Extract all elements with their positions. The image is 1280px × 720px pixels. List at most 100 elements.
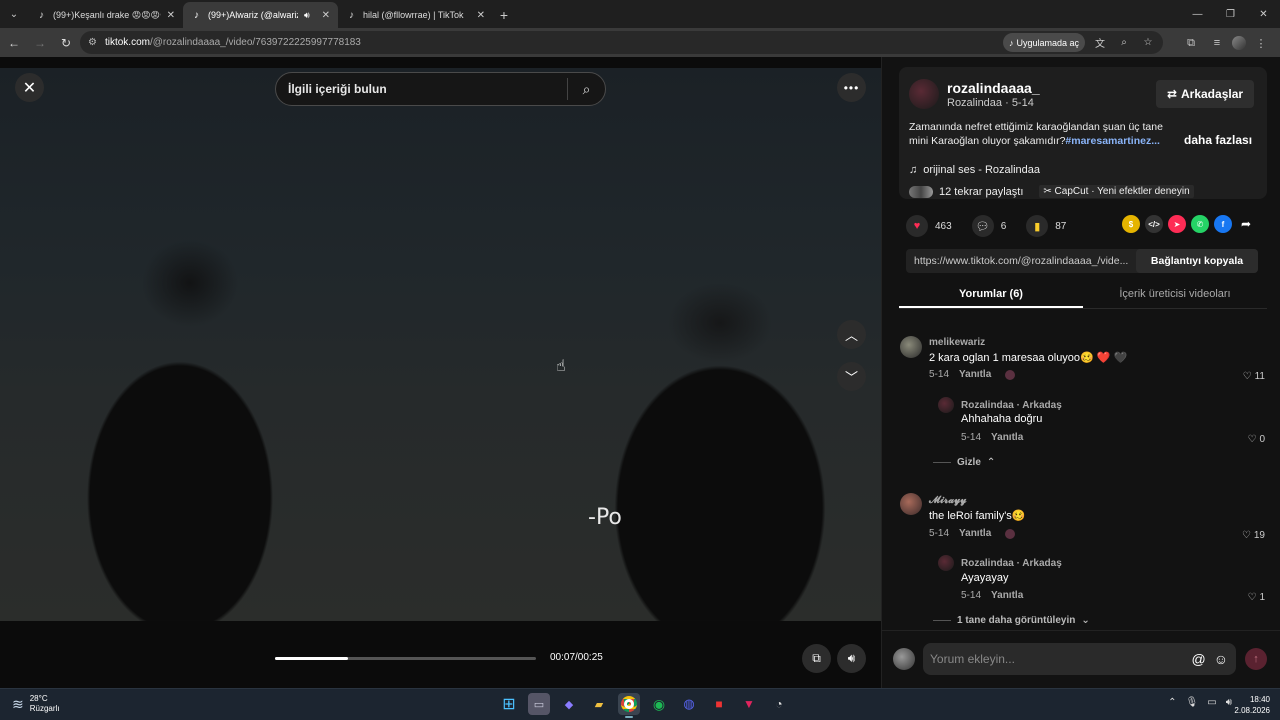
tab-creator-videos[interactable]: İçerik üreticisi videoları bbox=[1083, 285, 1267, 308]
minimize-icon[interactable]: — bbox=[1181, 0, 1214, 28]
chevron-up-icon[interactable]: ⌃ bbox=[1168, 697, 1176, 708]
heart-outline-icon: ♡ bbox=[1242, 371, 1252, 382]
swap-icon: ⇄ bbox=[1166, 87, 1177, 101]
pocket-icon[interactable]: ▼ bbox=[738, 693, 760, 715]
open-in-app-button[interactable]: ♪ Uygulamada aç bbox=[1002, 33, 1085, 52]
avatar[interactable] bbox=[938, 555, 954, 571]
music-link[interactable]: ♫ orijinal ses - Rozalindaa bbox=[909, 164, 1040, 176]
file-explorer-icon[interactable]: ▰ bbox=[588, 693, 610, 715]
chrome-icon[interactable] bbox=[618, 693, 640, 718]
extensions-icon[interactable]: ⧉ bbox=[1180, 32, 1202, 54]
menu-icon[interactable]: ⋮ bbox=[1250, 32, 1272, 54]
app-red-icon[interactable]: ■ bbox=[708, 693, 730, 715]
save-button[interactable]: ▮ 87 bbox=[1026, 215, 1066, 237]
close-tab-icon[interactable]: ✕ bbox=[167, 10, 175, 21]
close-window-icon[interactable]: ✕ bbox=[1247, 0, 1280, 28]
copilot-icon[interactable]: ◆ bbox=[558, 693, 580, 715]
tab-search-button[interactable]: ⌄ bbox=[0, 0, 28, 28]
comment-author[interactable]: Rozalindaa · Arkadaş bbox=[961, 558, 1062, 569]
see-more-link[interactable]: daha fazlası bbox=[1184, 133, 1252, 147]
video-frame[interactable] bbox=[0, 68, 881, 621]
hide-replies-button[interactable]: Gizle ⌃ bbox=[933, 457, 995, 468]
zoom-icon[interactable]: ⌕ bbox=[1115, 34, 1133, 52]
back-icon[interactable]: ← bbox=[2, 31, 26, 55]
media-controls-icon[interactable]: ≡ bbox=[1206, 32, 1228, 54]
search-icon[interactable]: ⌕ bbox=[568, 81, 605, 98]
send-icon[interactable]: ➤ bbox=[1168, 215, 1186, 233]
embed-icon[interactable]: </> bbox=[1145, 215, 1163, 233]
comment-author[interactable]: Rozalindaa · Arkadaş bbox=[961, 400, 1062, 411]
progress-bar[interactable] bbox=[275, 657, 536, 660]
like-button[interactable]: ♥ 463 bbox=[906, 215, 952, 237]
reply-button[interactable]: Yanıtla bbox=[991, 590, 1023, 601]
copy-link-button[interactable]: Bağlantıyı kopyala bbox=[1136, 249, 1258, 273]
next-video-button[interactable]: ﹀ bbox=[837, 362, 866, 391]
comment-like-button[interactable]: ♡ 19 bbox=[1242, 530, 1265, 541]
browser-tab-2[interactable]: ♪ (99+)Alwariz (@alwariz_) | T 🔊︎ ✕ bbox=[183, 2, 338, 28]
comment-author[interactable]: 𝓜𝓲𝓻𝓪𝔂𝔂 bbox=[929, 495, 967, 506]
url-field[interactable]: ⚙ tiktok.com/@rozalindaaaa_/video/763972… bbox=[80, 31, 1163, 54]
microphone-icon[interactable]: 🎙︎ bbox=[1186, 697, 1199, 708]
comment-like-button[interactable]: ♡ 1 bbox=[1247, 592, 1265, 603]
comment-author[interactable]: melikewariz bbox=[929, 337, 985, 348]
new-tab-button[interactable]: + bbox=[493, 2, 515, 28]
comment-date: 5-14 bbox=[929, 369, 950, 380]
avatar[interactable] bbox=[900, 493, 922, 515]
close-video-button[interactable]: ✕ bbox=[15, 73, 44, 102]
comment-like-button[interactable]: ♡ 0 bbox=[1247, 434, 1265, 445]
browser-tab-1[interactable]: ♪ (99+)Keşanlı drake 😡😡😡😡 ✕ bbox=[28, 2, 183, 28]
task-view-icon[interactable]: ▭ bbox=[528, 693, 550, 715]
avatar[interactable] bbox=[938, 397, 954, 413]
video-link[interactable]: https://www.tiktok.com/@rozalindaaaa_/vi… bbox=[906, 255, 1136, 267]
mention-icon[interactable]: @ bbox=[1191, 651, 1205, 667]
profile-avatar[interactable] bbox=[1232, 36, 1246, 50]
reload-icon[interactable]: ↻ bbox=[54, 31, 78, 55]
forward-icon[interactable]: → bbox=[28, 31, 52, 55]
reply-button[interactable]: Yanıtla bbox=[959, 528, 991, 539]
mouse-cursor-icon: ☝ bbox=[556, 358, 566, 375]
capcut-link[interactable]: ✂ CapCut · Yeni efektler deneyin bbox=[1039, 185, 1194, 198]
weather-widget[interactable]: ≋ 28°C Rüzgarlı bbox=[12, 694, 60, 714]
browser-tab-3[interactable]: ♪ hilal (@fllowrrae) | TikTok ✕ bbox=[338, 2, 493, 28]
speaker-icon[interactable]: 🔊︎ bbox=[304, 10, 310, 21]
comment-composer: Yorum ekleyin... @ ☺ ↑ bbox=[882, 630, 1280, 688]
site-info-icon[interactable]: ⚙ bbox=[88, 37, 97, 48]
volume-icon[interactable]: 🔊︎ bbox=[1226, 697, 1232, 708]
more-icon: ••• bbox=[843, 80, 860, 95]
view-more-replies-button[interactable]: 1 tane daha görüntüleyin ⌄ bbox=[933, 615, 1090, 626]
send-comment-button[interactable]: ↑ bbox=[1245, 648, 1267, 670]
display-icon[interactable]: ▭ bbox=[1207, 697, 1216, 708]
related-search-box[interactable]: İlgili içeriği bulun ⌕ bbox=[275, 72, 606, 106]
hashtag-link[interactable]: #maresamartinez... bbox=[1065, 135, 1160, 147]
spotify-icon[interactable]: ◉ bbox=[648, 693, 670, 715]
friends-button[interactable]: ⇄ Arkadaşlar bbox=[1156, 80, 1254, 108]
discord-icon[interactable]: ◍ bbox=[678, 693, 700, 715]
bookmark-star-icon[interactable]: ☆ bbox=[1139, 34, 1157, 52]
windows-start-icon[interactable]: ⊞ bbox=[498, 693, 520, 715]
share-arrow-icon[interactable]: ➦ bbox=[1237, 215, 1255, 233]
reply-button[interactable]: Yanıtla bbox=[959, 369, 991, 380]
comment-button[interactable]: 💬︎ 6 bbox=[971, 215, 1006, 237]
comment-input[interactable]: Yorum ekleyin... @ ☺ bbox=[923, 643, 1236, 675]
volume-button[interactable]: 🔊︎ bbox=[837, 644, 866, 673]
tab-comments[interactable]: Yorumlar (6) bbox=[899, 285, 1083, 308]
close-tab-icon[interactable]: ✕ bbox=[322, 10, 330, 21]
previous-video-button[interactable]: ︿ bbox=[837, 320, 866, 349]
close-tab-icon[interactable]: ✕ bbox=[477, 10, 485, 21]
coin-icon[interactable]: $ bbox=[1122, 215, 1140, 233]
comment-like-button[interactable]: ♡ 11 bbox=[1243, 371, 1265, 382]
username[interactable]: rozalindaaaa_ bbox=[947, 80, 1040, 96]
floating-player-button[interactable]: ⧉ bbox=[802, 644, 831, 673]
translate-icon[interactable]: 文 bbox=[1091, 34, 1109, 52]
app-circle-icon[interactable]: ◔ bbox=[768, 693, 790, 715]
avatar[interactable] bbox=[900, 336, 922, 358]
emoji-icon[interactable]: ☺ bbox=[1214, 651, 1228, 667]
avatar[interactable] bbox=[909, 79, 939, 109]
more-options-button[interactable]: ••• bbox=[837, 73, 866, 102]
reply-button[interactable]: Yanıtla bbox=[991, 432, 1023, 443]
restore-icon[interactable]: ❐ bbox=[1214, 0, 1247, 28]
reposts-label[interactable]: 12 tekrar paylaştı bbox=[939, 186, 1023, 198]
whatsapp-icon[interactable]: ✆ bbox=[1191, 215, 1209, 233]
facebook-icon[interactable]: f bbox=[1214, 215, 1232, 233]
clock[interactable]: 18:40 2.08.2026 bbox=[1234, 694, 1270, 716]
